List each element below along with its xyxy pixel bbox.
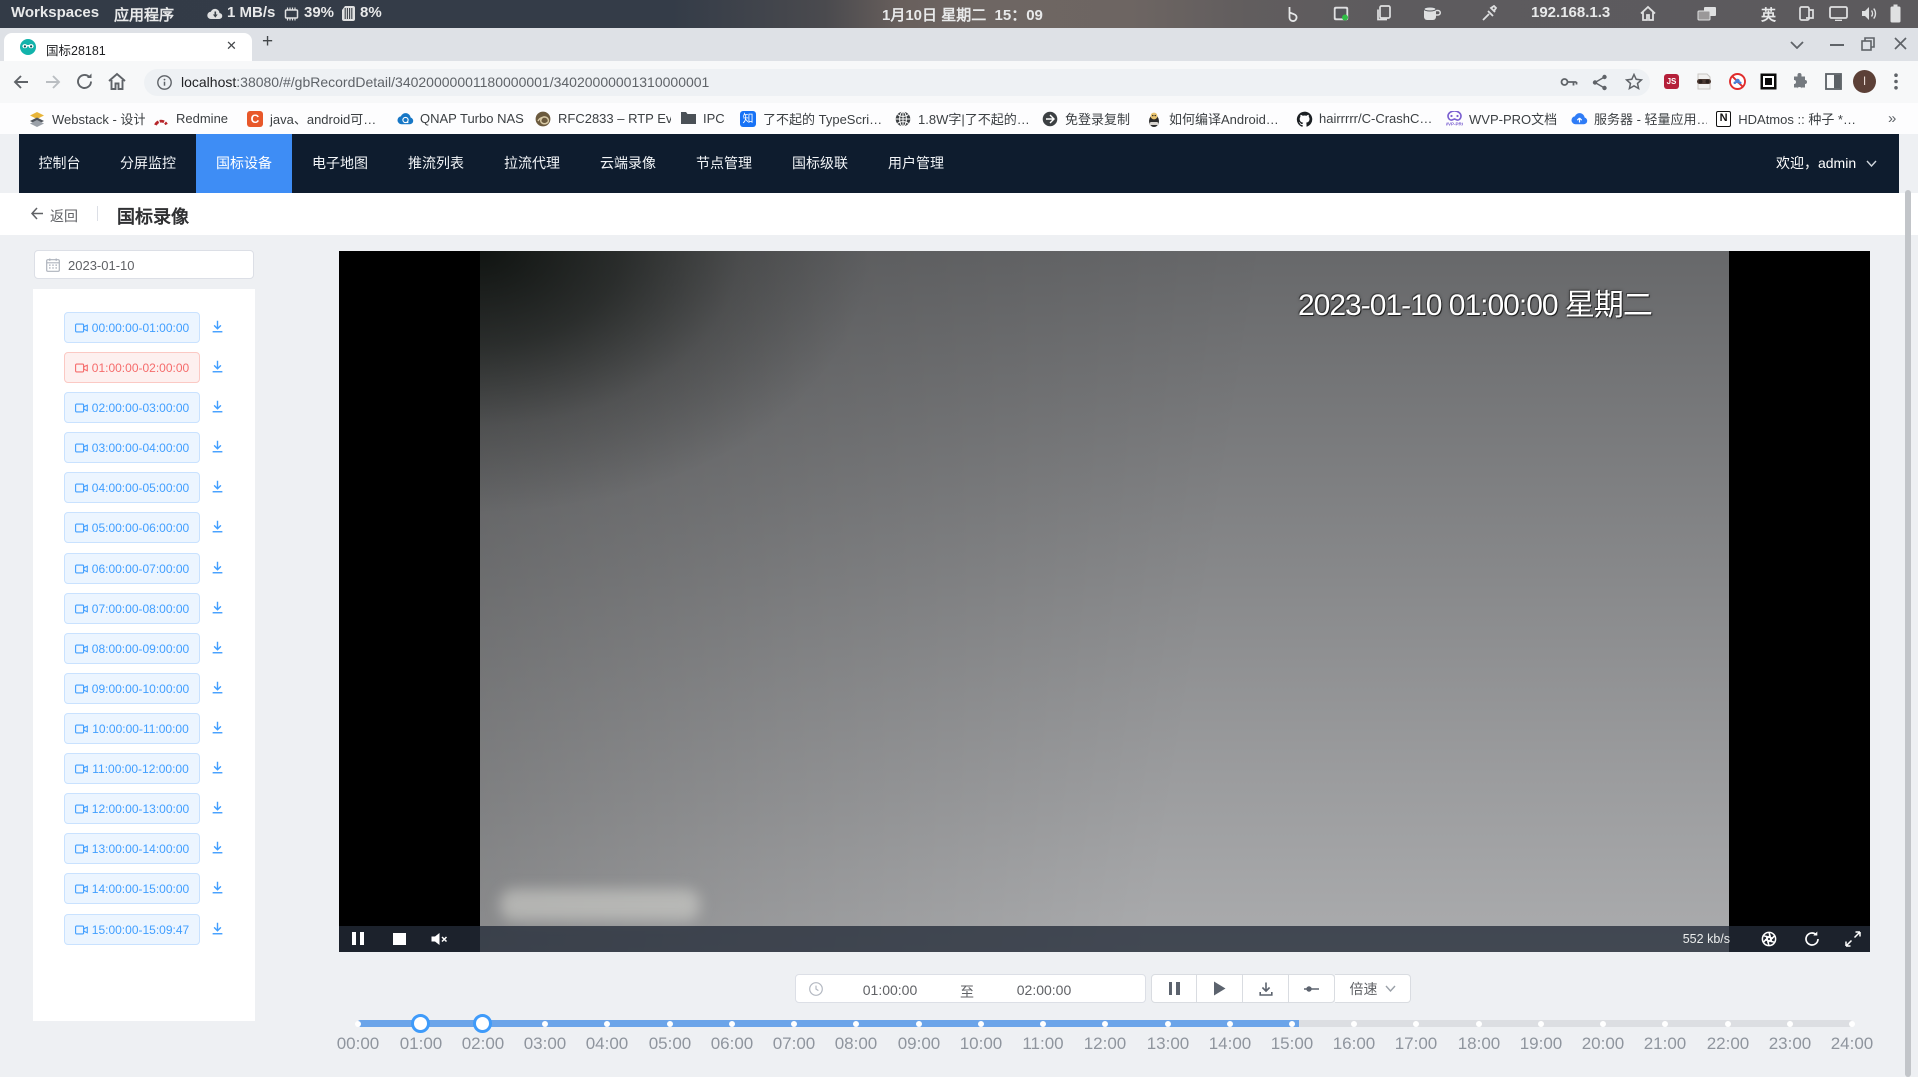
svg-text:WVP-PRO: WVP-PRO: [1446, 121, 1463, 126]
